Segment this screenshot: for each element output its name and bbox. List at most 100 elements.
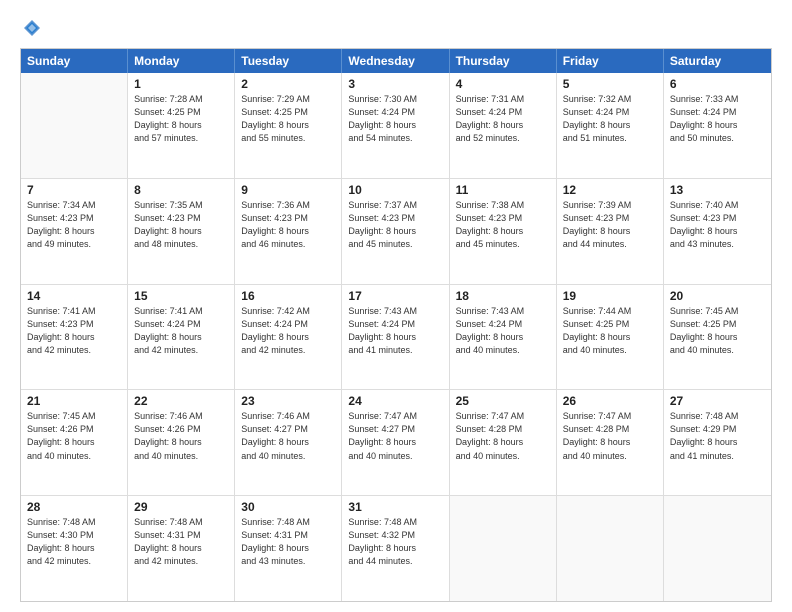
calendar-cell: 4 Sunrise: 7:31 AM Sunset: 4:24 PM Daylig… [450, 73, 557, 178]
calendar-cell: 15 Sunrise: 7:41 AM Sunset: 4:24 PM Dayli… [128, 285, 235, 390]
calendar-cell: 20 Sunrise: 7:45 AM Sunset: 4:25 PM Dayli… [664, 285, 771, 390]
day-info: Sunrise: 7:30 AM Sunset: 4:24 PM Dayligh… [348, 93, 442, 145]
day-info: Sunrise: 7:41 AM Sunset: 4:23 PM Dayligh… [27, 305, 121, 357]
day-number: 16 [241, 289, 335, 303]
calendar-cell: 18 Sunrise: 7:43 AM Sunset: 4:24 PM Dayli… [450, 285, 557, 390]
calendar-cell: 10Sunrise: 7:37 AM Sunset: 4:23 PM Dayli… [342, 179, 449, 284]
calendar: SundayMondayTuesdayWednesdayThursdayFrid… [20, 48, 772, 602]
weekday-header-friday: Friday [557, 49, 664, 73]
calendar-cell [664, 496, 771, 601]
day-info: Sunrise: 7:48 AM Sunset: 4:32 PM Dayligh… [348, 516, 442, 568]
day-info: Sunrise: 7:34 AM Sunset: 4:23 PM Dayligh… [27, 199, 121, 251]
day-number: 25 [456, 394, 550, 408]
day-info: Sunrise: 7:42 AM Sunset: 4:24 PM Dayligh… [241, 305, 335, 357]
day-number: 3 [348, 77, 442, 91]
day-info: Sunrise: 7:37 AM Sunset: 4:23 PM Dayligh… [348, 199, 442, 251]
day-number: 21 [27, 394, 121, 408]
day-info: Sunrise: 7:43 AM Sunset: 4:24 PM Dayligh… [456, 305, 550, 357]
day-info: Sunrise: 7:48 AM Sunset: 4:31 PM Dayligh… [241, 516, 335, 568]
day-info: Sunrise: 7:46 AM Sunset: 4:27 PM Dayligh… [241, 410, 335, 462]
calendar-cell: 23 Sunrise: 7:46 AM Sunset: 4:27 PM Dayli… [235, 390, 342, 495]
calendar-cell: 21 Sunrise: 7:45 AM Sunset: 4:26 PM Dayli… [21, 390, 128, 495]
day-number: 15 [134, 289, 228, 303]
day-info: Sunrise: 7:40 AM Sunset: 4:23 PM Dayligh… [670, 199, 765, 251]
weekday-header-wednesday: Wednesday [342, 49, 449, 73]
day-number: 26 [563, 394, 657, 408]
calendar-cell [21, 73, 128, 178]
weekday-header-monday: Monday [128, 49, 235, 73]
day-number: 1 [134, 77, 228, 91]
calendar-cell: 1 Sunrise: 7:28 AM Sunset: 4:25 PM Daylig… [128, 73, 235, 178]
weekday-header-sunday: Sunday [21, 49, 128, 73]
day-number: 28 [27, 500, 121, 514]
day-number: 8 [134, 183, 228, 197]
day-info: Sunrise: 7:44 AM Sunset: 4:25 PM Dayligh… [563, 305, 657, 357]
day-number: 20 [670, 289, 765, 303]
day-info: Sunrise: 7:43 AM Sunset: 4:24 PM Dayligh… [348, 305, 442, 357]
calendar-cell: 24 Sunrise: 7:47 AM Sunset: 4:27 PM Dayli… [342, 390, 449, 495]
weekday-header-tuesday: Tuesday [235, 49, 342, 73]
day-info: Sunrise: 7:47 AM Sunset: 4:28 PM Dayligh… [563, 410, 657, 462]
day-info: Sunrise: 7:29 AM Sunset: 4:25 PM Dayligh… [241, 93, 335, 145]
day-info: Sunrise: 7:36 AM Sunset: 4:23 PM Dayligh… [241, 199, 335, 251]
day-number: 12 [563, 183, 657, 197]
day-number: 17 [348, 289, 442, 303]
day-number: 23 [241, 394, 335, 408]
day-number: 18 [456, 289, 550, 303]
day-info: Sunrise: 7:48 AM Sunset: 4:30 PM Dayligh… [27, 516, 121, 568]
day-number: 6 [670, 77, 765, 91]
day-info: Sunrise: 7:45 AM Sunset: 4:25 PM Dayligh… [670, 305, 765, 357]
day-info: Sunrise: 7:45 AM Sunset: 4:26 PM Dayligh… [27, 410, 121, 462]
day-info: Sunrise: 7:28 AM Sunset: 4:25 PM Dayligh… [134, 93, 228, 145]
day-info: Sunrise: 7:38 AM Sunset: 4:23 PM Dayligh… [456, 199, 550, 251]
day-info: Sunrise: 7:47 AM Sunset: 4:28 PM Dayligh… [456, 410, 550, 462]
calendar-cell: 12Sunrise: 7:39 AM Sunset: 4:23 PM Dayli… [557, 179, 664, 284]
calendar-cell: 25 Sunrise: 7:47 AM Sunset: 4:28 PM Dayli… [450, 390, 557, 495]
calendar-row-4: 28 Sunrise: 7:48 AM Sunset: 4:30 PM Dayli… [21, 495, 771, 601]
calendar-cell: 5 Sunrise: 7:32 AM Sunset: 4:24 PM Daylig… [557, 73, 664, 178]
calendar-cell: 6Sunrise: 7:33 AM Sunset: 4:24 PM Daylig… [664, 73, 771, 178]
day-info: Sunrise: 7:47 AM Sunset: 4:27 PM Dayligh… [348, 410, 442, 462]
calendar-cell: 16 Sunrise: 7:42 AM Sunset: 4:24 PM Dayli… [235, 285, 342, 390]
calendar-cell: 27 Sunrise: 7:48 AM Sunset: 4:29 PM Dayli… [664, 390, 771, 495]
calendar-cell: 9 Sunrise: 7:36 AM Sunset: 4:23 PM Daylig… [235, 179, 342, 284]
day-number: 2 [241, 77, 335, 91]
page: SundayMondayTuesdayWednesdayThursdayFrid… [0, 0, 792, 612]
calendar-cell: 28 Sunrise: 7:48 AM Sunset: 4:30 PM Dayli… [21, 496, 128, 601]
calendar-cell: 19 Sunrise: 7:44 AM Sunset: 4:25 PM Dayli… [557, 285, 664, 390]
calendar-cell: 8 Sunrise: 7:35 AM Sunset: 4:23 PM Daylig… [128, 179, 235, 284]
calendar-cell: 17 Sunrise: 7:43 AM Sunset: 4:24 PM Dayli… [342, 285, 449, 390]
day-info: Sunrise: 7:31 AM Sunset: 4:24 PM Dayligh… [456, 93, 550, 145]
day-info: Sunrise: 7:48 AM Sunset: 4:29 PM Dayligh… [670, 410, 765, 462]
day-number: 22 [134, 394, 228, 408]
day-info: Sunrise: 7:32 AM Sunset: 4:24 PM Dayligh… [563, 93, 657, 145]
calendar-cell: 14Sunrise: 7:41 AM Sunset: 4:23 PM Dayli… [21, 285, 128, 390]
logo-icon [22, 18, 42, 38]
weekday-header-thursday: Thursday [450, 49, 557, 73]
calendar-row-2: 14Sunrise: 7:41 AM Sunset: 4:23 PM Dayli… [21, 284, 771, 390]
logo [20, 18, 42, 38]
day-info: Sunrise: 7:46 AM Sunset: 4:26 PM Dayligh… [134, 410, 228, 462]
day-info: Sunrise: 7:41 AM Sunset: 4:24 PM Dayligh… [134, 305, 228, 357]
calendar-row-3: 21 Sunrise: 7:45 AM Sunset: 4:26 PM Dayli… [21, 389, 771, 495]
calendar-cell [557, 496, 664, 601]
calendar-cell: 13Sunrise: 7:40 AM Sunset: 4:23 PM Dayli… [664, 179, 771, 284]
weekday-header-saturday: Saturday [664, 49, 771, 73]
day-number: 24 [348, 394, 442, 408]
calendar-cell: 22 Sunrise: 7:46 AM Sunset: 4:26 PM Dayli… [128, 390, 235, 495]
calendar-cell [450, 496, 557, 601]
day-number: 5 [563, 77, 657, 91]
day-info: Sunrise: 7:48 AM Sunset: 4:31 PM Dayligh… [134, 516, 228, 568]
day-number: 19 [563, 289, 657, 303]
calendar-cell: 26 Sunrise: 7:47 AM Sunset: 4:28 PM Dayli… [557, 390, 664, 495]
day-number: 9 [241, 183, 335, 197]
day-number: 7 [27, 183, 121, 197]
calendar-row-1: 7 Sunrise: 7:34 AM Sunset: 4:23 PM Daylig… [21, 178, 771, 284]
day-info: Sunrise: 7:35 AM Sunset: 4:23 PM Dayligh… [134, 199, 228, 251]
day-number: 27 [670, 394, 765, 408]
day-number: 4 [456, 77, 550, 91]
calendar-cell: 30Sunrise: 7:48 AM Sunset: 4:31 PM Dayli… [235, 496, 342, 601]
calendar-row-0: 1 Sunrise: 7:28 AM Sunset: 4:25 PM Daylig… [21, 73, 771, 178]
calendar-body: 1 Sunrise: 7:28 AM Sunset: 4:25 PM Daylig… [21, 73, 771, 601]
calendar-cell: 7 Sunrise: 7:34 AM Sunset: 4:23 PM Daylig… [21, 179, 128, 284]
